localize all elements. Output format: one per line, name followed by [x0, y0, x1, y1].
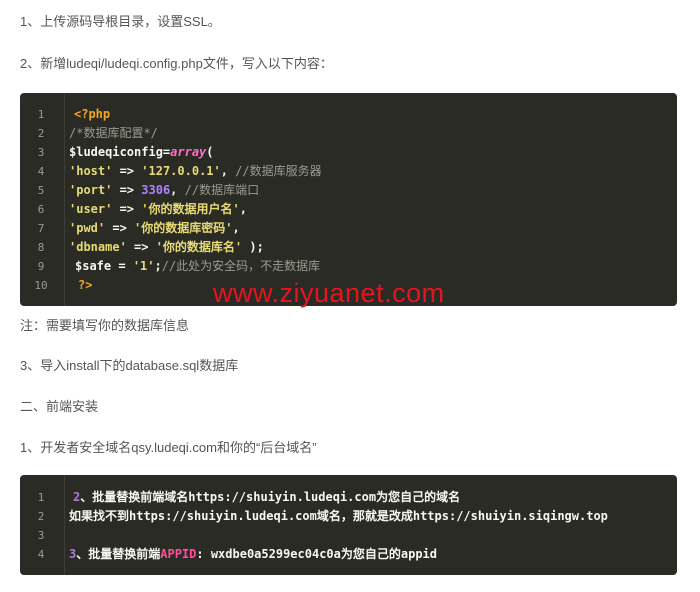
punctuation: , [232, 221, 240, 235]
key-string: 'host' [69, 164, 113, 178]
appid-label: APPID [160, 547, 197, 561]
line-number: 4 [37, 165, 45, 178]
comment: /*数据库配置*/ [69, 126, 158, 140]
line-number: 6 [37, 203, 45, 216]
value-string: '你的数据库密码' [134, 221, 233, 235]
code-line: 4 'host' => '127.0.0.1', //数据库服务器 [20, 162, 677, 181]
php-open-tag: <?php [74, 107, 111, 121]
line-number: 5 [37, 184, 45, 197]
instruction-text: 、批量替换前端 [76, 547, 161, 561]
line-number: 2 [37, 510, 45, 523]
value-string: '1' [132, 259, 155, 273]
step-1-text: 1、上传源码导根目录，设置SSL。 [20, 14, 221, 29]
instruction-text: : wxdbe0a5299ec04c0a为您自己的appid [196, 547, 437, 561]
arrow-operator: => [112, 164, 142, 178]
step-frontend-1-text: 1、开发者安全域名qsy.ludeqi.com和你的“后台域名” [20, 440, 317, 455]
key-string: 'pwd' [69, 221, 106, 235]
code-line: 7 'pwd' => '你的数据库密码', [20, 219, 677, 238]
arrow-operator: => [112, 202, 142, 216]
step-2-text: 2、新增ludeqi/ludeqi.config.php文件，写入以下内容： [20, 56, 333, 71]
watermark-text: www.ziyuanet.com [213, 278, 445, 308]
variable: $safe [75, 259, 112, 273]
line-number: 7 [37, 222, 45, 235]
line-number: 3 [37, 529, 45, 542]
line-number: 1 [37, 108, 45, 121]
code-line: 1 <?php [20, 105, 677, 124]
line-number: 8 [37, 241, 45, 254]
arrow-operator: => [126, 240, 156, 254]
line-number: 1 [37, 491, 45, 504]
line-number: 2 [37, 127, 45, 140]
punctuation: , [220, 164, 236, 178]
function-name: array [170, 145, 207, 159]
line-number: 10 [34, 279, 48, 292]
code-line: 1 2、批量替换前端域名https://shuiyin.ludeqi.com为您… [20, 488, 677, 507]
code-line: 2 如果找不到https://shuiyin.ludeqi.com域名，那就是改… [20, 507, 677, 526]
operator: = [111, 259, 133, 273]
step-3-text: 3、导入install下的database.sql数据库 [20, 358, 239, 373]
punctuation: ( [206, 145, 214, 159]
code-line: 6 'user' => '你的数据用户名', [20, 200, 677, 219]
line-number: 9 [37, 260, 45, 273]
code-block-frontend: 1 2 、批量替换前端域名https://shuiyin.ludeqi.com为您… [20, 475, 677, 575]
instruction-text: 如果找不到https://shuiyin.ludeqi.com域名，那就是改成h… [69, 509, 608, 523]
code-line: 4 3、批量替换前端APPID: wxdbe0a5299ec04c0a为您自己的… [20, 545, 677, 564]
punctuation: , [170, 183, 185, 197]
value-string: '你的数据库名' [155, 240, 243, 254]
note-text: 注：需要填写你的数据库信息 [20, 318, 190, 333]
code-line: 9 $safe = '1';//此处为安全码，不走数据库 [20, 257, 677, 276]
punctuation: , [239, 202, 247, 216]
value-number: 3306 [141, 183, 171, 197]
key-string: 'user' [69, 202, 113, 216]
code-line: 3 [20, 526, 677, 545]
key-string: 'port' [69, 183, 113, 197]
php-close-tag: ?> [78, 278, 93, 292]
code-line: 5 'port' => 3306, //数据库端口 [20, 181, 677, 200]
code-line: 3 $ludeqiconfig=array( [20, 143, 677, 162]
punctuation: ; [154, 259, 162, 273]
code-line: 8 'dbname' => '你的数据库名' ); [20, 238, 677, 257]
line-number: 4 [37, 548, 45, 561]
value-string: '你的数据用户名' [141, 202, 240, 216]
code-block-config: 1 <?php 2 /*数据库配置*/ 3 $ludeqiconfig=arra… [20, 93, 677, 306]
comment: //此处为安全码，不走数据库 [161, 259, 321, 273]
comment: //数据库端口 [184, 183, 260, 197]
line-number: 3 [37, 146, 45, 159]
key-string: 'dbname' [69, 240, 127, 254]
variable: $ludeqiconfig [69, 145, 163, 159]
punctuation: ); [242, 240, 264, 254]
section-heading: 二、前端安装 [20, 399, 99, 414]
arrow-operator: => [112, 183, 142, 197]
code-line: 2 /*数据库配置*/ [20, 124, 677, 143]
value-string: '127.0.0.1' [141, 164, 221, 178]
instruction-text: 、批量替换前端域名https://shuiyin.ludeqi.com为您自己的… [80, 490, 461, 504]
comment: //数据库服务器 [235, 164, 322, 178]
arrow-operator: => [105, 221, 135, 235]
